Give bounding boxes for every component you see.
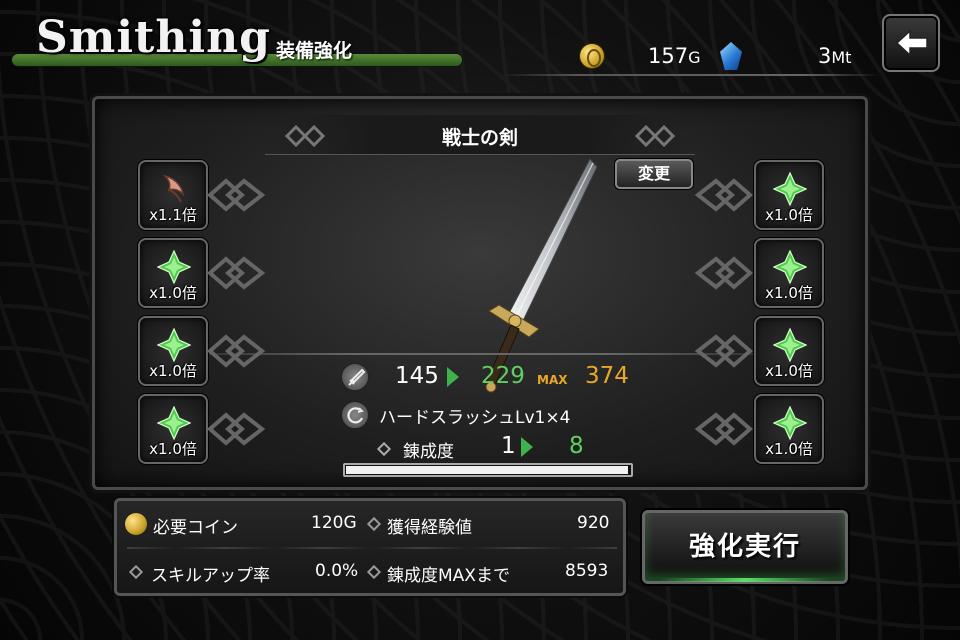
weapon-name: 戦士の剣 <box>441 127 518 149</box>
material-slot-right-1[interactable]: x1.0倍 <box>754 160 824 230</box>
material-slot-left-4[interactable]: x1.0倍 <box>138 394 208 464</box>
slot-connector-icon <box>694 256 754 290</box>
slot-multiplier: x1.0倍 <box>765 284 813 302</box>
refine-label: 錬成度 <box>403 442 454 462</box>
page-title: Smithing <box>36 12 271 63</box>
cost-value: 120G <box>311 513 357 533</box>
attack-max-value: 374 <box>585 363 629 389</box>
back-arrow-icon <box>895 29 928 57</box>
slot-connector-icon <box>694 412 754 446</box>
info-row: スキルアップ率 0.0% 錬成度MAXまで 8593 <box>117 559 623 589</box>
coin-icon <box>580 44 604 68</box>
attack-base-value: 145 <box>395 363 439 389</box>
refine-diamond-icon <box>376 441 392 457</box>
coin-icon <box>125 513 147 535</box>
page-subtitle: 装備強化 <box>276 40 353 62</box>
refine-current-value: 1 <box>501 433 516 459</box>
green-crystal-icon <box>773 172 807 206</box>
refine-progress-fill <box>346 466 628 474</box>
attack-new-value: 229 <box>481 363 525 389</box>
exp-value: 920 <box>577 513 610 533</box>
attack-arrow-icon <box>447 367 459 387</box>
gem-count: 3Mt <box>818 44 852 68</box>
claw-material-icon <box>162 174 185 203</box>
sword-stat-icon <box>348 368 366 386</box>
green-crystal-icon <box>773 406 807 440</box>
enhance-info-panel: 必要コイン 120G 獲得経験値 920 スキルアップ率 0.0% 錬成度MAX… <box>114 498 626 596</box>
material-slot-left-1[interactable]: x1.1倍 <box>138 160 208 230</box>
slot-multiplier: x1.0倍 <box>149 440 197 458</box>
green-crystal-icon <box>157 406 191 440</box>
material-slot-right-2[interactable]: x1.0倍 <box>754 238 824 308</box>
slot-multiplier: x1.0倍 <box>149 362 197 380</box>
diamond-bullet-icon <box>366 516 382 532</box>
refine-new-value: 8 <box>569 433 584 459</box>
slot-multiplier: x1.0倍 <box>765 362 813 380</box>
back-button[interactable] <box>882 14 940 72</box>
execute-button-glow <box>660 578 830 582</box>
resource-underline <box>500 74 880 76</box>
material-slot-right-3[interactable]: x1.0倍 <box>754 316 824 386</box>
gem-icon <box>720 42 742 70</box>
exp-label: 獲得経験値 <box>387 518 472 538</box>
slot-multiplier: x1.1倍 <box>149 206 197 224</box>
header: Smithing 装備強化 157G 3Mt <box>0 0 960 80</box>
slot-multiplier: x1.0倍 <box>765 440 813 458</box>
slot-connector-icon <box>206 412 266 446</box>
material-slot-left-2[interactable]: x1.0倍 <box>138 238 208 308</box>
ornament-right-icon <box>635 125 675 147</box>
slot-connector-icon <box>694 178 754 212</box>
green-crystal-icon <box>773 328 807 362</box>
refine-max-value: 8593 <box>565 561 609 581</box>
diamond-bullet-icon <box>366 564 382 580</box>
slot-multiplier: x1.0倍 <box>765 206 813 224</box>
attack-stat-badge <box>341 363 369 391</box>
coin-count: 157G <box>648 44 701 68</box>
execute-enhance-button[interactable]: 強化実行 <box>642 510 848 584</box>
slot-connector-icon <box>206 178 266 212</box>
material-slot-right-4[interactable]: x1.0倍 <box>754 394 824 464</box>
green-crystal-icon <box>157 250 191 284</box>
skillup-value: 0.0% <box>315 561 359 581</box>
skill-icon <box>347 407 364 424</box>
slot-multiplier: x1.0倍 <box>149 284 197 302</box>
slot-connector-icon <box>206 256 266 290</box>
cost-label: 必要コイン <box>153 518 238 538</box>
info-divider <box>127 547 617 549</box>
skill-stat-badge <box>341 401 369 429</box>
green-crystal-icon <box>773 250 807 284</box>
green-crystal-icon <box>157 328 191 362</box>
skillup-label: スキルアップ率 <box>151 566 270 586</box>
weapon-name-band: 戦士の剣 <box>265 115 695 155</box>
change-weapon-button[interactable]: 変更 <box>615 159 693 189</box>
refine-arrow-icon <box>521 437 533 457</box>
info-row: 必要コイン 120G 獲得経験値 920 <box>117 511 623 541</box>
material-slot-left-3[interactable]: x1.0倍 <box>138 316 208 386</box>
refine-progress-bar <box>343 463 633 477</box>
refine-max-label: 錬成度MAXまで <box>387 566 510 586</box>
skill-name: ハードスラッシュLv1×4 <box>379 408 571 428</box>
max-label: MAX <box>537 373 568 387</box>
diamond-bullet-icon <box>128 564 144 580</box>
slot-connector-icon <box>206 334 266 368</box>
slot-connector-icon <box>694 334 754 368</box>
